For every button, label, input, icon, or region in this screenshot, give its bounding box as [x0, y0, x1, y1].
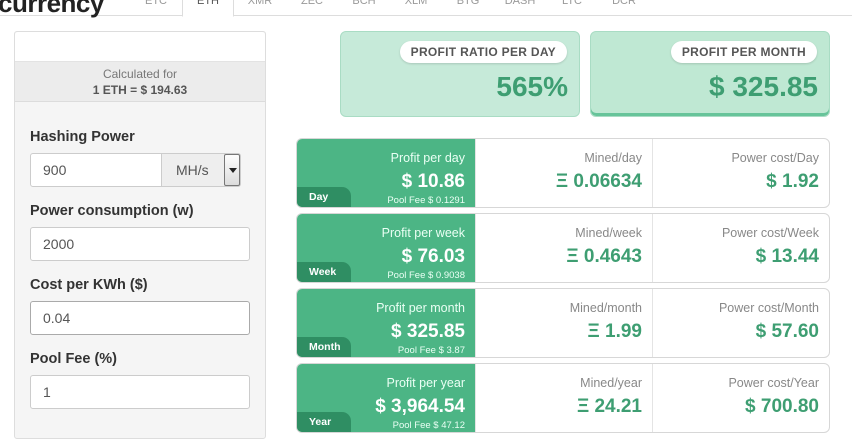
- power-consumption-input[interactable]: 2000: [30, 227, 250, 261]
- power-cost-label: Power cost/Day: [731, 151, 819, 165]
- pool-fee-value: Pool Fee $ 0.1291: [387, 195, 465, 206]
- period-tag: Year: [297, 412, 351, 432]
- profit-month-card: PROFIT PER MONTH $ 325.85: [590, 31, 830, 117]
- tab-zec[interactable]: ZEC: [286, 0, 338, 16]
- tab-dcr[interactable]: DCR: [598, 0, 650, 16]
- power-cost-cell: Power cost/Day $ 1.92: [652, 139, 829, 207]
- power-cost-cell: Power cost/Week $ 13.44: [652, 214, 829, 282]
- profit-label: Profit per year: [386, 376, 465, 390]
- mined-cell: Mined/year Ξ 24.21: [475, 364, 652, 432]
- calculated-for-label: Calculated for: [102, 67, 178, 81]
- mined-cell: Mined/month Ξ 1.99: [475, 289, 652, 357]
- period-tag: Day: [297, 187, 351, 207]
- period-tag: Month: [297, 337, 351, 357]
- tab-xlm[interactable]: XLM: [390, 0, 442, 16]
- result-row-year: Profit per year $ 3,964.54 Pool Fee $ 47…: [296, 363, 830, 433]
- profit-month-value: $ 325.85: [709, 71, 818, 102]
- chevron-down-icon[interactable]: [224, 154, 240, 186]
- power-cost-label: Power cost/Month: [718, 301, 819, 315]
- mined-cell: Mined/week Ξ 0.4643: [475, 214, 652, 282]
- power-consumption-label: Power consumption (w): [30, 203, 194, 219]
- profit-label: Profit per month: [376, 301, 465, 315]
- mined-label: Mined/week: [575, 226, 642, 240]
- coin-tabs: ETC ETH XMR ZEC BCH XLM BTG DASH LTC DCR: [130, 0, 650, 17]
- profit-cell: Profit per year $ 3,964.54 Pool Fee $ 47…: [297, 364, 475, 432]
- tab-eth[interactable]: ETH: [182, 0, 234, 17]
- profit-month-label: PROFIT PER MONTH: [670, 41, 817, 63]
- pool-fee-value: Pool Fee $ 47.12: [392, 420, 465, 431]
- cost-per-kwh-input[interactable]: 0.04: [30, 301, 250, 335]
- pool-fee-label: Pool Fee (%): [30, 351, 118, 367]
- profit-ratio-value: 565%: [496, 71, 568, 102]
- result-row-week: Profit per week $ 76.03 Pool Fee $ 0.903…: [296, 213, 830, 283]
- power-cost-label: Power cost/Year: [728, 376, 819, 390]
- page-title: currency: [0, 0, 104, 18]
- mined-cell: Mined/day Ξ 0.06634: [475, 139, 652, 207]
- profit-value: $ 325.85: [391, 321, 465, 342]
- mined-label: Mined/year: [580, 376, 642, 390]
- pool-fee-value: Pool Fee $ 0.9038: [387, 270, 465, 281]
- power-cost-value: $ 1.92: [766, 171, 819, 192]
- profit-value: $ 3,964.54: [375, 396, 465, 417]
- exchange-rate: 1 ETH = $ 194.63: [92, 83, 188, 97]
- power-cost-value: $ 13.44: [755, 246, 819, 267]
- profit-label: Profit per week: [381, 226, 465, 240]
- hashing-power-label: Hashing Power: [30, 129, 135, 145]
- calculator-panel: Calculated for 1 ETH = $ 194.63 Hashing …: [14, 31, 266, 439]
- profit-ratio-label: PROFIT RATIO PER DAY: [399, 41, 567, 63]
- mined-value: Ξ 0.06634: [555, 171, 642, 192]
- mined-value: Ξ 1.99: [587, 321, 643, 342]
- power-cost-value: $ 57.60: [755, 321, 819, 342]
- profit-value: $ 76.03: [401, 246, 465, 267]
- top-nav: currency ETC ETH XMR ZEC BCH XLM BTG DAS…: [0, 0, 852, 18]
- tab-btg[interactable]: BTG: [442, 0, 494, 16]
- profit-value: $ 10.86: [401, 171, 465, 192]
- mined-label: Mined/month: [569, 301, 642, 315]
- result-row-month: Profit per month $ 325.85 Pool Fee $ 3.8…: [296, 288, 830, 358]
- pool-fee-value: Pool Fee $ 3.87: [397, 345, 465, 356]
- hashing-power-input[interactable]: 900: [30, 153, 162, 187]
- mined-label: Mined/day: [584, 151, 642, 165]
- pool-fee-input[interactable]: 1: [30, 375, 250, 409]
- profit-ratio-card: PROFIT RATIO PER DAY 565%: [340, 31, 580, 117]
- cost-per-kwh-label: Cost per KWh ($): [30, 277, 148, 293]
- profit-cell: Profit per day $ 10.86 Pool Fee $ 0.1291…: [297, 139, 475, 207]
- exchange-rate-box: Calculated for 1 ETH = $ 194.63: [15, 62, 265, 102]
- power-cost-cell: Power cost/Year $ 700.80: [652, 364, 829, 432]
- tab-etc[interactable]: ETC: [130, 0, 182, 16]
- profit-cell: Profit per week $ 76.03 Pool Fee $ 0.903…: [297, 214, 475, 282]
- period-tag: Week: [297, 262, 351, 282]
- tab-xmr[interactable]: XMR: [234, 0, 286, 16]
- mined-value: Ξ 0.4643: [566, 246, 642, 267]
- tab-dash[interactable]: DASH: [494, 0, 546, 16]
- profit-label: Profit per day: [390, 151, 465, 165]
- power-cost-cell: Power cost/Month $ 57.60: [652, 289, 829, 357]
- power-cost-label: Power cost/Week: [721, 226, 819, 240]
- tab-bch[interactable]: BCH: [338, 0, 390, 16]
- tab-ltc[interactable]: LTC: [546, 0, 598, 16]
- power-cost-value: $ 700.80: [745, 396, 819, 417]
- calculator-header: [15, 32, 265, 62]
- mined-value: Ξ 24.21: [576, 396, 642, 417]
- result-row-day: Profit per day $ 10.86 Pool Fee $ 0.1291…: [296, 138, 830, 208]
- profit-cell: Profit per month $ 325.85 Pool Fee $ 3.8…: [297, 289, 475, 357]
